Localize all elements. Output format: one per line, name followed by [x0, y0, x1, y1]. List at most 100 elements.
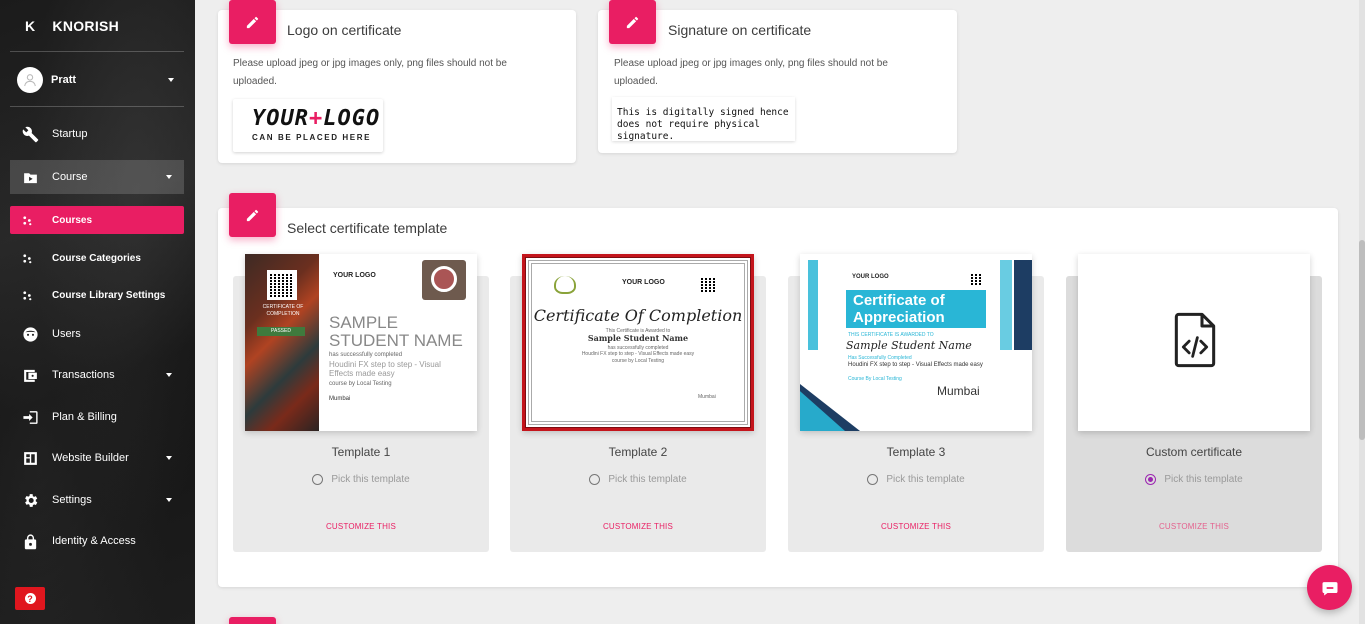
- t3-student: Sample Student Name: [846, 339, 972, 352]
- template-2-customize-link[interactable]: CUSTOMIZE THIS: [510, 522, 766, 531]
- t3-title-2: Appreciation: [853, 309, 945, 326]
- radio-button-selected[interactable]: [1145, 474, 1157, 485]
- t1-course: Houdini FX step to step - Visual Effects…: [329, 360, 441, 378]
- help-icon: ?: [24, 593, 36, 604]
- nav-courses[interactable]: Courses: [10, 206, 184, 234]
- gear-icon: [21, 491, 39, 509]
- nav-label: Plan & Billing: [52, 411, 117, 423]
- t2-logo: YOUR LOGO: [622, 279, 665, 286]
- dots-icon: [22, 253, 36, 264]
- template-option-custom[interactable]: Custom certificate Pick this template CU…: [1066, 254, 1322, 552]
- template-option-1[interactable]: CERTIFICATE OF COMPLETION PASSED YOUR LO…: [233, 254, 489, 552]
- template-custom-pick[interactable]: Pick this template: [1066, 474, 1322, 485]
- nav-label: Identity & Access: [52, 535, 136, 547]
- template-option-2[interactable]: YOUR LOGO Certificate Of Completion This…: [510, 254, 766, 552]
- signature-line-1: This is digitally signed hence: [617, 107, 789, 118]
- lock-icon: [21, 532, 39, 550]
- decor-bar: [1000, 260, 1012, 350]
- template-3-customize-link[interactable]: CUSTOMIZE THIS: [788, 522, 1044, 531]
- nav-settings[interactable]: Settings: [10, 483, 184, 517]
- brand-name: KNORISH: [52, 18, 120, 34]
- nav-label: Course Categories: [52, 252, 141, 264]
- brand[interactable]: K KNORISH: [25, 18, 119, 34]
- custom-template-preview[interactable]: [1078, 254, 1310, 431]
- radio-button[interactable]: [867, 474, 879, 485]
- laurel-icon: [554, 276, 576, 294]
- edit-signature-button[interactable]: [609, 0, 656, 44]
- t2-city: Mumbai: [698, 394, 716, 400]
- template-1-preview[interactable]: CERTIFICATE OF COMPLETION PASSED YOUR LO…: [245, 254, 477, 431]
- user-name: Pratt: [51, 74, 77, 86]
- nav-label: Users: [52, 328, 81, 340]
- template-3-pick[interactable]: Pick this template: [788, 474, 1044, 485]
- logo-text: YOUR+LOGO: [252, 106, 381, 131]
- t1-passed-badge: PASSED: [257, 327, 305, 336]
- t1-logo: YOUR LOGO: [333, 272, 376, 279]
- template-3-preview[interactable]: YOUR LOGO Certificate of Appreciation TH…: [800, 254, 1032, 431]
- radio-button[interactable]: [589, 474, 601, 485]
- template-1-customize-link[interactable]: CUSTOMIZE THIS: [233, 522, 489, 531]
- signature-card-title: Signature on certificate: [668, 22, 812, 38]
- nav-label: Courses: [52, 214, 93, 226]
- t3-awarded: THIS CERTIFICATE IS AWARDED TO: [848, 332, 934, 338]
- t3-logo: YOUR LOGO: [852, 274, 889, 280]
- template-card-title: Select certificate template: [287, 220, 448, 236]
- t1-city: Mumbai: [329, 396, 351, 402]
- qr-code-icon: [698, 275, 718, 295]
- radio-button[interactable]: [312, 474, 324, 485]
- signature-preview[interactable]: This is digitally signed hence does not …: [612, 97, 795, 142]
- template-2-name: Template 2: [608, 445, 668, 459]
- edit-template-button[interactable]: [229, 193, 276, 237]
- video-folder-icon: [21, 168, 39, 186]
- template-option-3[interactable]: YOUR LOGO Certificate of Appreciation TH…: [788, 254, 1044, 552]
- template-3-name: Template 3: [886, 445, 946, 459]
- pencil-icon: [246, 16, 259, 28]
- nav-course-library-settings[interactable]: Course Library Settings: [10, 281, 184, 309]
- t3-city: Mumbai: [937, 384, 980, 398]
- edit-logo-button[interactable]: [229, 0, 276, 44]
- divider: [10, 106, 184, 107]
- nav-website-builder[interactable]: Website Builder: [10, 441, 184, 475]
- chat-button[interactable]: [1307, 565, 1352, 610]
- wallet-icon: [21, 366, 39, 384]
- signature-upload-note: Please upload jpeg or jpg images only, p…: [614, 58, 888, 87]
- page-scrollbar[interactable]: [1359, 0, 1365, 624]
- nav-startup[interactable]: Startup: [10, 117, 184, 151]
- nav-plan-billing[interactable]: Plan & Billing: [10, 400, 184, 434]
- nav-transactions[interactable]: Transactions: [10, 358, 184, 392]
- signature-line-2: does not require physical signature.: [617, 119, 760, 142]
- t1-cert-of: CERTIFICATE OF COMPLETION: [262, 304, 304, 317]
- nav-label: Course Library Settings: [52, 289, 166, 301]
- nav-course-categories[interactable]: Course Categories: [10, 244, 184, 272]
- face-icon: [21, 325, 39, 343]
- t2-title: Certificate Of Completion: [533, 306, 743, 325]
- layout-icon: [21, 449, 39, 467]
- decor-bar: [1014, 260, 1032, 350]
- t2-student: Sample Student Name: [587, 333, 689, 343]
- user-menu[interactable]: Pratt: [17, 67, 182, 93]
- nav-users[interactable]: Users: [10, 317, 184, 351]
- t1-name-line-2: STUDENT NAME: [329, 331, 463, 350]
- next-section-tab[interactable]: [229, 617, 276, 624]
- wrench-icon: [21, 125, 39, 143]
- logo-preview[interactable]: YOUR+LOGO CAN BE PLACED HERE: [233, 99, 383, 152]
- code-file-icon: [1174, 312, 1216, 368]
- nav-course[interactable]: Course: [10, 160, 184, 194]
- template-custom-customize-link[interactable]: CUSTOMIZE THIS: [1066, 522, 1322, 531]
- template-2-pick[interactable]: Pick this template: [510, 474, 766, 485]
- chevron-down-icon: [166, 373, 172, 377]
- sidebar: K KNORISH Pratt Startup Course Courses Co…: [0, 0, 195, 624]
- chevron-down-icon: [168, 78, 174, 82]
- t2-by: course by Local Testing: [611, 358, 665, 364]
- t2-course: Houdini FX step to step - Visual Effects…: [581, 351, 695, 357]
- logo-subtext: CAN BE PLACED HERE: [252, 133, 372, 142]
- pencil-icon: [626, 16, 639, 28]
- dots-icon: [22, 290, 36, 301]
- dots-icon: [22, 215, 36, 226]
- scrollbar-thumb[interactable]: [1359, 240, 1365, 440]
- template-custom-name: Custom certificate: [1145, 445, 1243, 459]
- help-button[interactable]: ?: [15, 587, 45, 610]
- nav-identity-access[interactable]: Identity & Access: [10, 524, 184, 558]
- template-2-preview[interactable]: YOUR LOGO Certificate Of Completion This…: [522, 254, 754, 431]
- template-1-pick[interactable]: Pick this template: [233, 474, 489, 485]
